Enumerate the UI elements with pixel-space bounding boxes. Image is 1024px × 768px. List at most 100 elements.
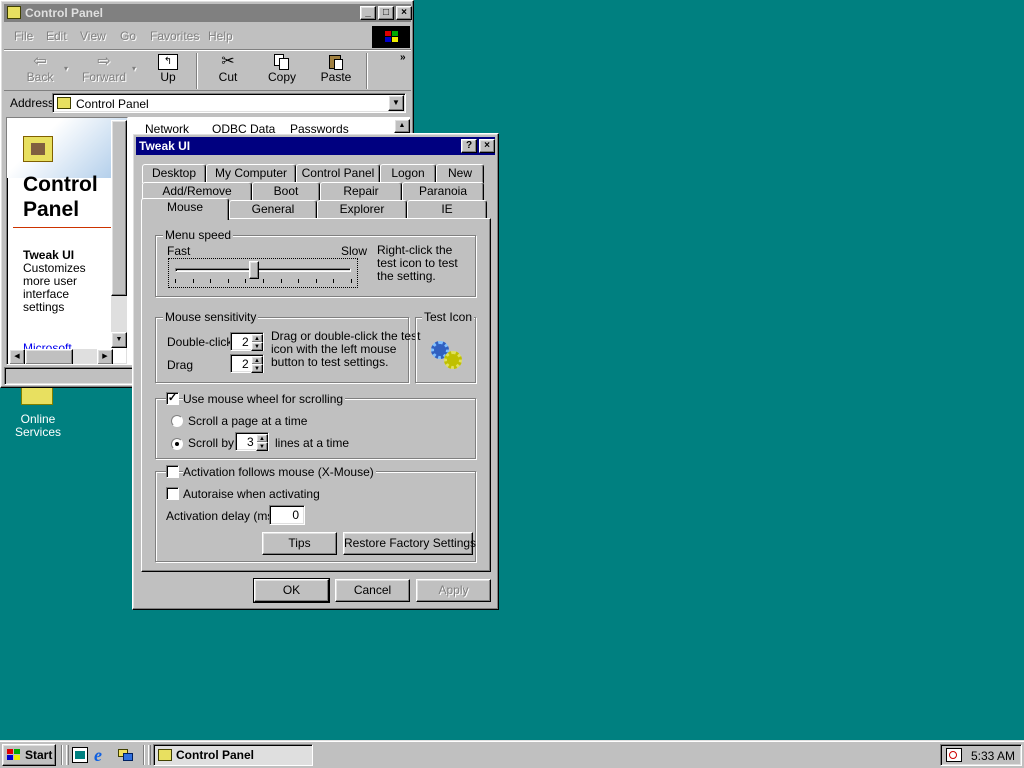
tab-control-panel[interactable]: Control Panel [296,164,380,183]
ok-button[interactable]: OK [253,578,330,603]
close-button[interactable]: × [396,6,412,20]
scroll-right-button[interactable]: ▶ [97,349,113,364]
paste-button[interactable]: Paste [316,54,356,90]
scheduler-tray-icon[interactable] [946,748,962,762]
list-scroll-up-button[interactable]: ▲ [394,119,410,133]
use-mouse-wheel-checkbox[interactable]: ✓ [166,392,179,405]
internet-explorer-icon[interactable]: e [94,746,112,764]
scroll-by-radio[interactable] [171,438,183,450]
menu-edit[interactable]: Edit [46,29,67,43]
vscroll-thumb[interactable] [111,120,127,296]
restore-factory-settings-button[interactable]: Restore Factory Settings [343,532,476,555]
autoraise-label[interactable]: Autoraise when activating [183,487,320,501]
tab-explorer[interactable]: Explorer [317,200,407,219]
tips-label: Tips [288,536,311,550]
tweakui-titlebar[interactable]: Tweak UI ? × [136,137,495,155]
slider-tick [175,279,176,283]
scroll-by-label[interactable]: Scroll by [188,436,234,450]
close-button[interactable]: × [479,139,495,153]
activation-delay-value: 0 [292,508,299,522]
activation-follows-mouse-label[interactable]: Activation follows mouse (X-Mouse) [183,465,376,479]
control-panel-task-icon [158,749,172,761]
cut-label: Cut [218,70,238,84]
address-label: Address [10,96,55,110]
maximize-button[interactable]: □ [378,6,394,20]
scroll-page-radio[interactable] [171,415,183,427]
start-button[interactable]: Start [2,744,56,766]
forward-label: Forward [81,70,126,84]
outlook-express-icon[interactable] [118,747,134,763]
back-dropdown-icon[interactable]: ▾ [64,64,68,73]
activation-delay-input[interactable]: 0 [269,505,305,525]
tab-paranoia[interactable]: Paranoia [402,182,484,201]
test-icon-legend: Test Icon [422,310,475,324]
menu-view[interactable]: View [80,29,106,43]
slider-tick [263,279,264,283]
menu-go[interactable]: Go [120,29,136,43]
gears-icon[interactable] [431,339,463,369]
menu-file[interactable]: File [14,29,33,43]
tab-repair[interactable]: Repair [320,182,402,201]
tweakui-title: Tweak UI [139,139,191,153]
scroll-page-label[interactable]: Scroll a page at a time [188,414,307,428]
autoraise-checkbox[interactable] [166,487,179,500]
scroll-left-button[interactable]: ◀ [9,349,25,364]
spin-down-button[interactable]: ▼ [251,342,263,351]
taskbar-task-control-panel[interactable]: Control Panel [153,744,313,766]
toolbar: ⇦ Back ▾ ⇨ Forward ▾ ↰ Up ✂ Cut Copy Pas… [4,49,411,91]
help-button[interactable]: ? [461,139,477,153]
spin-down-button[interactable]: ▼ [251,364,263,373]
double-click-spinner[interactable]: 2 ▲ ▼ [230,332,264,351]
web-view-hscrollbar[interactable]: ◀ ▶ [9,349,113,364]
control-panel-titlebar[interactable]: Control Panel _ □ × [4,4,412,22]
apply-button[interactable]: Apply [416,579,491,602]
scroll-lines-value: 3 [247,435,254,449]
tab-my-computer[interactable]: My Computer [206,164,296,183]
web-view-pane: Control Panel Tweak UI Customizes more u… [6,117,128,365]
slider-tick [227,279,229,283]
menu-speed-slider[interactable] [168,258,358,288]
tab-logon[interactable]: Logon [380,164,436,183]
tab-desktop[interactable]: Desktop [142,164,206,183]
menu-bar: File Edit View Go Favorites Help [4,25,411,48]
slider-thumb[interactable] [249,261,260,279]
back-button[interactable]: ⇦ Back [16,54,64,90]
cut-button[interactable]: ✂ Cut [208,54,248,90]
toolbar-overflow-icon[interactable]: » [400,52,406,63]
taskbar-separator [61,745,63,765]
tab-general[interactable]: General [229,200,317,219]
address-dropdown-button[interactable]: ▼ [388,95,404,111]
tab-boot[interactable]: Boot [252,182,320,201]
scroll-lines-spinner[interactable]: 3 ▲ ▼ [235,432,269,451]
show-desktop-icon[interactable] [72,747,88,763]
slider-tick [351,279,352,283]
menu-help[interactable]: Help [208,29,233,43]
tips-button[interactable]: Tips [262,532,337,555]
clock[interactable]: 5:33 AM [971,749,1015,763]
tab-mouse[interactable]: Mouse [141,198,229,220]
hscroll-thumb[interactable] [25,349,73,364]
forward-button[interactable]: ⇨ Forward [80,54,128,90]
ok-label: OK [282,583,301,597]
scroll-down-button[interactable]: ▼ [111,332,127,348]
tab-ie[interactable]: IE [407,200,487,219]
menu-favorites[interactable]: Favorites [150,29,199,43]
forward-dropdown-icon[interactable]: ▾ [132,64,136,73]
cancel-button[interactable]: Cancel [335,579,410,602]
use-mouse-wheel-label[interactable]: Use mouse wheel for scrolling [183,392,346,406]
activation-follows-mouse-checkbox[interactable] [166,465,179,478]
online-services-desktop-icon[interactable]: Online Services [8,385,68,445]
online-services-label: Online Services [14,412,61,439]
address-input[interactable]: Control Panel ▼ [52,93,406,113]
spin-down-button[interactable]: ▼ [256,442,268,451]
tab-new[interactable]: New [436,164,484,183]
up-button[interactable]: ↰ Up [148,54,188,90]
drag-label: Drag [167,358,194,372]
web-view-vscrollbar[interactable]: ▼ [111,120,127,348]
minimize-button[interactable]: _ [360,6,376,20]
slider-tick [280,279,282,283]
drag-spinner[interactable]: 2 ▲ ▼ [230,354,264,373]
paste-clipboard-icon [328,54,344,70]
task-label: Control Panel [176,748,255,762]
copy-button[interactable]: Copy [262,54,302,90]
